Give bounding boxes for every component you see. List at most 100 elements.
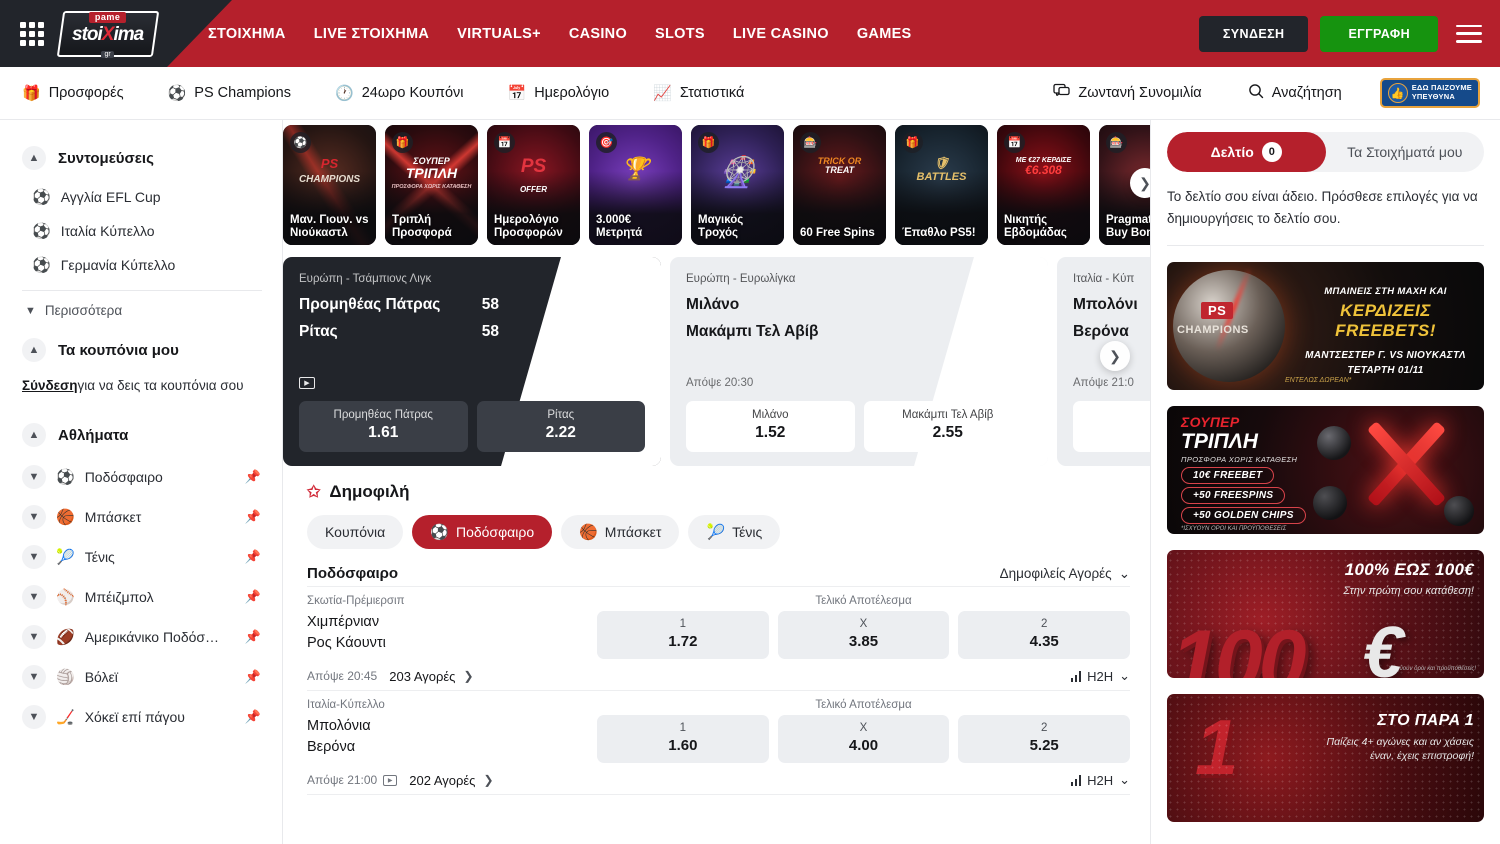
- promo-tile[interactable]: ⚽ PSCHAMPIONS Μαν. Γιουν. vs Νιούκαστλ: [283, 125, 376, 245]
- nav-item-slots[interactable]: SLOTS: [655, 26, 705, 42]
- odd-button-2[interactable]: 2 4.35: [958, 611, 1130, 659]
- tab-betslip[interactable]: Δελτίο 0: [1167, 132, 1326, 172]
- sidebar-shortcut-italy-cup[interactable]: ⚽ Ιταλία Κύπελλο: [22, 214, 262, 248]
- sidebar-more-button[interactable]: ▼ Περισσότερα: [22, 295, 262, 326]
- nav-item-live[interactable]: LIVE ΣΤΟΙΧΗΜΑ: [314, 26, 429, 42]
- odd-button-1[interactable]: 1 1.60: [597, 715, 769, 763]
- promo-banner-sto-para-1[interactable]: 1 ΣΤΟ ΠΑΡΑ 1 Παίζεις 4+ αγώνες και αν χά…: [1167, 694, 1484, 822]
- tab-tennis[interactable]: 🎾 Τένις: [688, 515, 780, 549]
- subnav-item-statistics[interactable]: 📈 Στατιστικά: [653, 85, 744, 101]
- odd-label: X: [782, 618, 946, 630]
- featured-match-card[interactable]: Ευρώπη - Ευρωλίγκα Μιλάνο Μακάμπι Τελ Αβ…: [670, 257, 1048, 466]
- odd-button-1[interactable]: 1 1.72: [597, 611, 769, 659]
- promo-banner-ps-champions[interactable]: PS CHAMPIONS ΜΠΑΙΝΕΙΣ ΣΤΗ ΜΑΧΗ ΚΑΙ ΚΕΡΔΙ…: [1167, 262, 1484, 390]
- sidebar-sport-ice-hockey[interactable]: ▼ 🏒 Χόκεϊ επί πάγου 📌: [22, 697, 262, 737]
- nav-item-games[interactable]: GAMES: [857, 26, 912, 42]
- subnav-item-offers[interactable]: 🎁 Προσφορές: [22, 85, 124, 101]
- chevron-down-icon[interactable]: ▼: [22, 585, 46, 609]
- tab-my-bets[interactable]: Τα Στοιχήματά μου: [1326, 132, 1485, 172]
- match-row[interactable]: Σκωτία-Πρέμιερσιπ Χιμπέρνιαν Ρος Κάουντι…: [307, 586, 1130, 690]
- promo-tile[interactable]: 🎰 TRICK ORTREAT 60 Free Spins: [793, 125, 886, 245]
- tv-stream-icon[interactable]: ▶: [383, 775, 397, 786]
- site-logo[interactable]: pame stoiXima gr: [57, 11, 159, 57]
- match-row-partial[interactable]: [307, 794, 1130, 809]
- nav-item-casino[interactable]: CASINO: [569, 26, 627, 42]
- sidebar-sport-basketball[interactable]: ▼ 🏀 Μπάσκετ 📌: [22, 497, 262, 537]
- promo-caption: 60 Free Spins: [793, 227, 886, 241]
- featured-odd-button[interactable]: Προμηθέας Πάτρας 1.61: [299, 401, 468, 452]
- pin-icon[interactable]: 📌: [245, 589, 261, 605]
- tab-basketball[interactable]: 🏀 Μπάσκετ: [561, 515, 679, 549]
- live-stream-icon[interactable]: ▶: [299, 377, 315, 389]
- nav-item-virtuals[interactable]: VIRTUALS+: [457, 26, 541, 42]
- promo-tile[interactable]: 📅 PSOFFER Ημερολόγιο Προσφορών: [487, 125, 580, 245]
- responsible-gaming-badge[interactable]: 👍 ΕΔΩ ΠΑΙΖΟΥΜΕ ΥΠΕΥΘΥΝΑ: [1380, 78, 1480, 108]
- chevron-down-icon[interactable]: ▼: [22, 465, 46, 489]
- match-markets-count[interactable]: 203 Αγορές: [389, 669, 455, 684]
- match-markets-count[interactable]: 202 Αγορές: [409, 773, 475, 788]
- sidebar-sport-football[interactable]: ▼ ⚽ Ποδόσφαιρο 📌: [22, 457, 262, 497]
- chevron-down-icon[interactable]: ▼: [22, 505, 46, 529]
- promo-tile[interactable]: 🎁 🎡 Μαγικός Τροχός: [691, 125, 784, 245]
- sidebar-shortcut-efl-cup[interactable]: ⚽ Αγγλία EFL Cup: [22, 180, 262, 214]
- sidebar-sport-tennis[interactable]: ▼ 🎾 Τένις 📌: [22, 537, 262, 577]
- pin-icon[interactable]: 📌: [245, 709, 261, 725]
- featured-odd-button[interactable]: Μακάμπι Τελ Αβίβ 2.55: [864, 401, 1033, 452]
- odd-button-x[interactable]: X 3.85: [778, 611, 950, 659]
- odd-button-x[interactable]: X 4.00: [778, 715, 950, 763]
- chevron-down-icon[interactable]: ▼: [22, 665, 46, 689]
- subnav-item-24h-coupon[interactable]: 🕐 24ωρο Κουπόνι: [335, 85, 464, 101]
- pin-icon[interactable]: 📌: [245, 669, 261, 685]
- hamburger-menu-icon[interactable]: [1456, 25, 1482, 43]
- nav-item-live-casino[interactable]: LIVE CASINO: [733, 26, 829, 42]
- promo-tile[interactable]: 🎯 🏆 3.000€ Μετρητά: [589, 125, 682, 245]
- sidebar-sport-american-football[interactable]: ▼ 🏈 Αμερικάνικο Ποδόσ… 📌: [22, 617, 262, 657]
- nav-item-stoixima[interactable]: ΣΤΟΙΧΗΜΑ: [208, 26, 286, 42]
- banner-fine-print: *ΙΣΧΥΟΥΝ ΟΡΟΙ ΚΑΙ ΠΡΟΫΠΟΘΕΣΕΙΣ: [1181, 526, 1306, 532]
- chevron-right-icon[interactable]: ❯: [483, 773, 493, 787]
- sidebar-section-shortcuts[interactable]: ▲ Συντομεύσεις: [22, 146, 262, 170]
- markets-selector[interactable]: Δημοφιλείς Αγορές ⌄: [1000, 566, 1130, 582]
- h2h-button[interactable]: H2H ⌄: [1071, 668, 1130, 684]
- sidebar-section-my-coupons[interactable]: ▲ Τα κουπόνια μου: [22, 338, 262, 362]
- promo-tile[interactable]: 📅 ΜΕ €27 ΚΕΡΔΙΣΕ€6.308 Νικητής Εβδομάδας: [997, 125, 1090, 245]
- match-row[interactable]: Ιταλία-Κύπελλο Μπολόνια Βερόνα Τελικό Απ…: [307, 690, 1130, 794]
- promo-tile[interactable]: 🎁 🛡BATTLES Έπαθλο PS5!: [895, 125, 988, 245]
- pin-icon[interactable]: 📌: [245, 509, 261, 525]
- promo-banner-100-percent[interactable]: 100 € 100% ΕΩΣ 100€ Στην πρώτη σου κατάθ…: [1167, 550, 1484, 678]
- odd-button-2[interactable]: 2 5.25: [958, 715, 1130, 763]
- tab-coupons[interactable]: Κουπόνια: [307, 515, 403, 549]
- pin-icon[interactable]: 📌: [245, 549, 261, 565]
- featured-odd-button[interactable]: Ρίτας 2.22: [477, 401, 646, 452]
- chevron-down-icon[interactable]: ▼: [22, 545, 46, 569]
- chevron-right-icon[interactable]: ❯: [463, 669, 473, 683]
- subnav-item-calendar[interactable]: 📅 Ημερολόγιο: [508, 85, 610, 101]
- promo-tile[interactable]: 🎁 ΣΟΥΠΕΡΤΡΙΠΛΗΠΡΟΣΦΟΡΑ ΧΩΡΙΣ ΚΑΤΑΘΕΣΗ Τρ…: [385, 125, 478, 245]
- pin-icon[interactable]: 📌: [245, 629, 261, 645]
- soccer-ball-icon: ⚽: [56, 470, 75, 485]
- featured-odd-button[interactable]: 1 1.6: [1073, 401, 1150, 452]
- chevron-down-icon[interactable]: ▼: [22, 625, 46, 649]
- h2h-button[interactable]: H2H ⌄: [1071, 772, 1130, 788]
- register-button[interactable]: ΕΓΓΡΑΦΗ: [1320, 16, 1438, 52]
- sidebar-section-sports[interactable]: ▲ Αθλήματα: [22, 423, 262, 447]
- tab-football[interactable]: ⚽ Ποδόσφαιρο: [412, 515, 552, 549]
- subnav-item-live-chat[interactable]: Ζωντανή Συνομιλία: [1053, 83, 1201, 103]
- featured-match-card[interactable]: Ευρώπη - Τσάμπιονς Λιγκ Προμηθέας Πάτρας…: [283, 257, 661, 466]
- banner-line1: 100% ΕΩΣ 100€: [1343, 560, 1474, 580]
- chevron-down-icon[interactable]: ▼: [22, 705, 46, 729]
- apps-grid-icon[interactable]: [20, 22, 44, 46]
- subnav-item-ps-champions[interactable]: ⚽ PS Champions: [168, 85, 291, 101]
- promo-banner-super-tripli[interactable]: ΣΟΥΠΕΡ ΤΡΙΠΛΗ ΠΡΟΣΦΟΡΑ ΧΩΡΙΣ ΚΑΤΑΘΕΣΗ 10…: [1167, 406, 1484, 534]
- subnav-item-search[interactable]: Αναζήτηση: [1248, 83, 1342, 103]
- popular-title: Δημοφιλή: [329, 482, 409, 502]
- sidebar-sport-volleyball[interactable]: ▼ 🏐 Βόλεϊ 📌: [22, 657, 262, 697]
- target-tile-icon: 🎯: [596, 132, 617, 153]
- featured-odd-button[interactable]: Μιλάνο 1.52: [686, 401, 855, 452]
- sidebar-sport-baseball[interactable]: ▼ ⚾ Μπέιζμπολ 📌: [22, 577, 262, 617]
- sidebar-shortcut-germany-cup[interactable]: ⚽ Γερμανία Κύπελλο: [22, 248, 262, 282]
- login-button[interactable]: ΣΥΝΔΕΣΗ: [1199, 16, 1309, 52]
- pin-icon[interactable]: 📌: [245, 469, 261, 485]
- sidebar-login-link[interactable]: Σύνδεση: [22, 378, 78, 393]
- featured-carousel-next-button[interactable]: ❯: [1100, 341, 1130, 371]
